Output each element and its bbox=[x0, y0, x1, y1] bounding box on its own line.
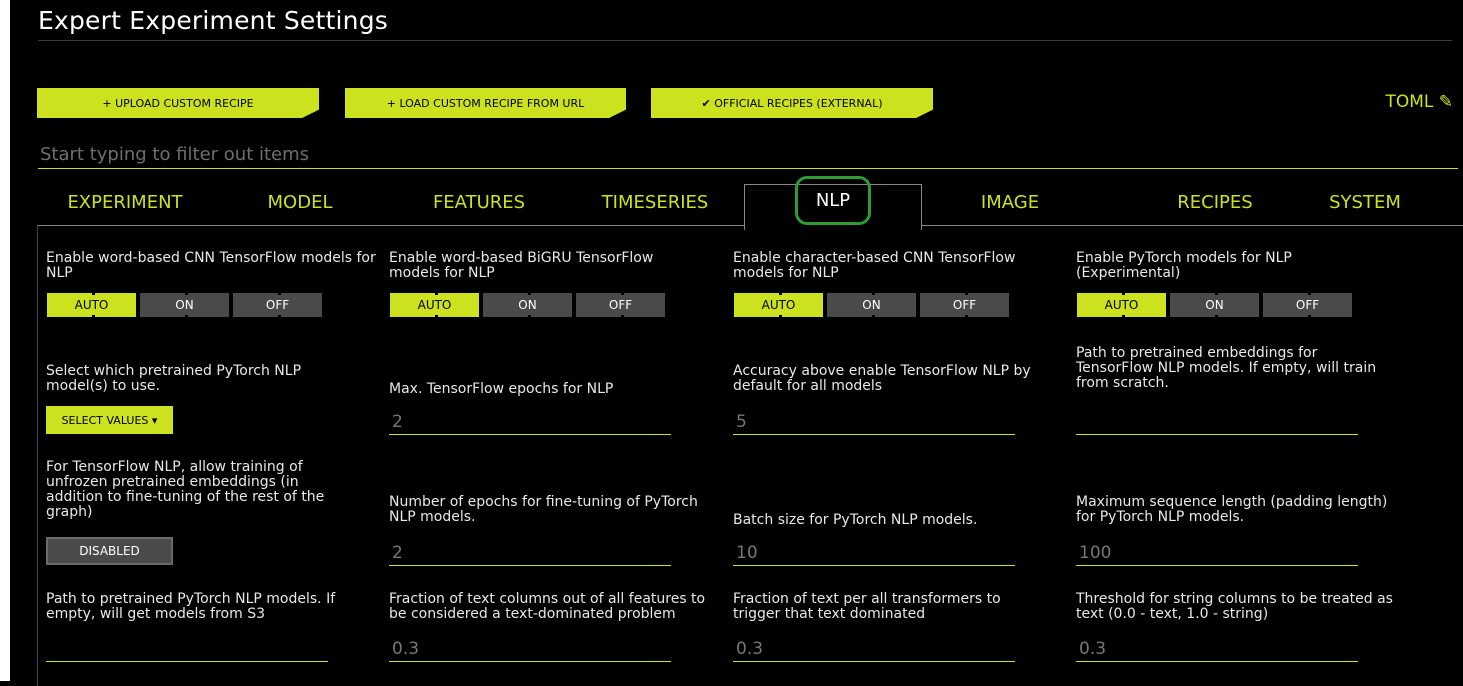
bigru-tf-off[interactable]: OFF bbox=[575, 291, 666, 319]
page-title: Expert Experiment Settings bbox=[38, 6, 388, 35]
text-frac-label: Fraction of text columns out of all feat… bbox=[389, 591, 706, 622]
pytorch-nlp-label: Enable PyTorch models for NLP (Experimen… bbox=[1076, 250, 1292, 281]
left-edge-bar bbox=[0, 0, 10, 681]
tab-system[interactable]: SYSTEM bbox=[1300, 192, 1430, 220]
pt-epochs-label: Number of epochs for fine-tuning of PyTo… bbox=[389, 494, 698, 525]
tf-epochs-input[interactable]: 2 bbox=[389, 409, 671, 435]
embeddings-path-input[interactable] bbox=[1076, 409, 1358, 435]
cnn-tf-auto[interactable]: AUTO bbox=[46, 291, 137, 319]
pytorch-models-label: Select which pretrained PyTorch NLP mode… bbox=[46, 363, 302, 394]
train-unfrozen-toggle[interactable]: DISABLED bbox=[46, 537, 173, 565]
select-values-button[interactable]: SELECT VALUES ▾ bbox=[46, 406, 173, 434]
tf-epochs-label: Max. TensorFlow epochs for NLP bbox=[389, 381, 614, 397]
text-transformers-label: Fraction of text per all transformers to… bbox=[733, 591, 1001, 622]
tab-features[interactable]: FEATURES bbox=[390, 192, 568, 220]
accuracy-tf-label: Accuracy above enable TensorFlow NLP by … bbox=[733, 363, 1031, 394]
char-cnn-tf-on[interactable]: ON bbox=[826, 291, 917, 319]
pt-models-path-label: Path to pretrained PyTorch NLP models. I… bbox=[46, 591, 336, 622]
pytorch-nlp-toggle: AUTO ON OFF bbox=[1076, 291, 1353, 320]
title-divider bbox=[38, 40, 1452, 41]
pytorch-nlp-auto[interactable]: AUTO bbox=[1076, 291, 1167, 319]
cnn-tf-label: Enable word-based CNN TensorFlow models … bbox=[46, 250, 376, 281]
pt-maxlen-label: Maximum sequence length (padding length)… bbox=[1076, 494, 1388, 525]
tab-model[interactable]: MODEL bbox=[230, 192, 370, 220]
pt-batch-input[interactable]: 10 bbox=[733, 540, 1015, 566]
string-threshold-label: Threshold for string columns to be treat… bbox=[1076, 591, 1393, 622]
load-recipe-url-button[interactable]: + LOAD CUSTOM RECIPE FROM URL bbox=[345, 88, 626, 118]
bigru-tf-label: Enable word-based BiGRU TensorFlow model… bbox=[389, 250, 654, 281]
expert-settings-window: Expert Experiment Settings + UPLOAD CUST… bbox=[0, 0, 1463, 686]
filter-input[interactable] bbox=[38, 141, 1458, 169]
pt-epochs-input[interactable]: 2 bbox=[389, 540, 671, 566]
cnn-tf-off[interactable]: OFF bbox=[232, 291, 323, 319]
tab-nlp[interactable]: NLP bbox=[795, 176, 871, 225]
bigru-tf-on[interactable]: ON bbox=[482, 291, 573, 319]
cnn-tf-toggle: AUTO ON OFF bbox=[46, 291, 323, 320]
char-cnn-tf-label: Enable character-based CNN TensorFlow mo… bbox=[733, 250, 1016, 281]
char-cnn-tf-auto[interactable]: AUTO bbox=[733, 291, 824, 319]
bigru-tf-auto[interactable]: AUTO bbox=[389, 291, 480, 319]
upload-recipe-button[interactable]: + UPLOAD CUSTOM RECIPE bbox=[37, 88, 319, 118]
accuracy-tf-input[interactable]: 5 bbox=[733, 409, 1015, 435]
pt-maxlen-input[interactable]: 100 bbox=[1076, 540, 1358, 566]
cnn-tf-on[interactable]: ON bbox=[139, 291, 230, 319]
tab-experiment[interactable]: EXPERIMENT bbox=[40, 192, 210, 220]
tab-image[interactable]: IMAGE bbox=[935, 192, 1085, 220]
tab-timeseries[interactable]: TIMESERIES bbox=[580, 192, 730, 220]
train-unfrozen-label: For TensorFlow NLP, allow training of un… bbox=[46, 459, 325, 520]
tab-recipes[interactable]: RECIPES bbox=[1110, 192, 1320, 220]
pytorch-nlp-on[interactable]: ON bbox=[1169, 291, 1260, 319]
toml-edit-link[interactable]: TOML ✎ bbox=[1385, 92, 1453, 112]
string-threshold-input[interactable]: 0.3 bbox=[1076, 636, 1358, 662]
text-transformers-input[interactable]: 0.3 bbox=[733, 636, 1015, 662]
embeddings-path-label: Path to pretrained embeddings for Tensor… bbox=[1076, 345, 1377, 391]
char-cnn-tf-off[interactable]: OFF bbox=[919, 291, 1010, 319]
pt-batch-label: Batch size for PyTorch NLP models. bbox=[733, 512, 978, 528]
bigru-tf-toggle: AUTO ON OFF bbox=[389, 291, 666, 320]
char-cnn-tf-toggle: AUTO ON OFF bbox=[733, 291, 1010, 320]
pt-models-path-input[interactable] bbox=[46, 636, 328, 662]
text-frac-input[interactable]: 0.3 bbox=[389, 636, 671, 662]
official-recipes-button[interactable]: ✔ OFFICIAL RECIPES (EXTERNAL) bbox=[651, 88, 933, 118]
pytorch-nlp-off[interactable]: OFF bbox=[1262, 291, 1353, 319]
